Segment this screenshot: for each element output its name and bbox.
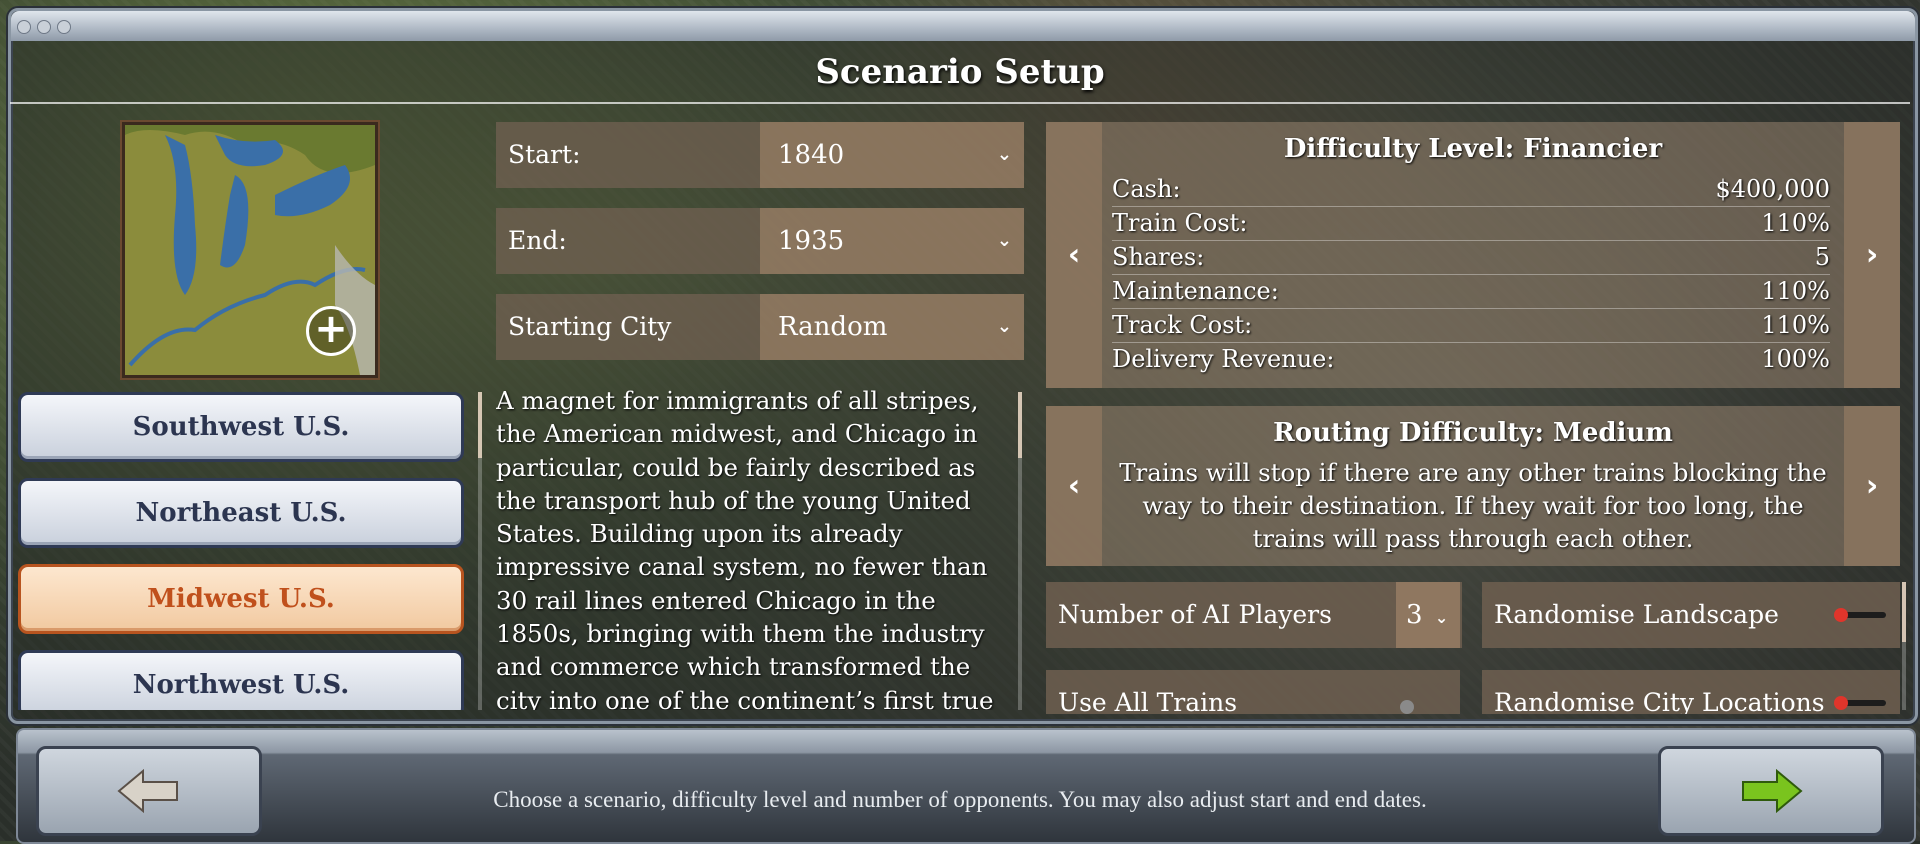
stat-value: $400,000 bbox=[1715, 175, 1830, 203]
window-titlebar bbox=[11, 11, 1915, 41]
description-scroll-thumb[interactable] bbox=[1018, 392, 1022, 458]
stat-name: Maintenance: bbox=[1112, 277, 1279, 305]
stat-value: 110% bbox=[1761, 277, 1830, 305]
map-zoom-plus-icon[interactable]: + bbox=[306, 306, 356, 356]
chevron-down-icon: ⌄ bbox=[996, 144, 1012, 165]
start-year-value: 1840 bbox=[778, 140, 845, 170]
difficulty-panel: ‹ › Difficulty Level: Financier Cash: $40… bbox=[1046, 122, 1900, 388]
stat-name: Track Cost: bbox=[1112, 311, 1253, 339]
starting-city-label: Starting City bbox=[496, 294, 760, 360]
region-list: Southwest U.S. Northeast U.S. Midwest U.… bbox=[18, 392, 466, 710]
chevron-right-icon: › bbox=[1865, 237, 1879, 273]
use-all-trains-label: Use All Trains bbox=[1058, 688, 1238, 714]
stat-value: 110% bbox=[1761, 311, 1830, 339]
randomise-landscape-row[interactable]: Randomise Landscape bbox=[1482, 582, 1900, 648]
toggle-knob bbox=[1834, 696, 1848, 710]
end-year-row: End: 1935 ⌄ bbox=[496, 208, 1024, 274]
chevron-down-icon: ⌄ bbox=[1434, 608, 1449, 627]
description-scrollbar[interactable] bbox=[1018, 392, 1022, 710]
randomise-landscape-toggle[interactable] bbox=[1834, 608, 1886, 622]
scenario-description: A magnet for immigrants of all stripes, … bbox=[496, 386, 994, 710]
region-button-southwest[interactable]: Southwest U.S. bbox=[18, 392, 464, 462]
stat-name: Cash: bbox=[1112, 175, 1181, 203]
starting-city-value: Random bbox=[778, 312, 888, 342]
chevron-left-icon: ‹ bbox=[1067, 237, 1081, 273]
routing-prev-button[interactable]: ‹ bbox=[1046, 406, 1102, 566]
randomise-landscape-label: Randomise Landscape bbox=[1494, 600, 1779, 629]
chevron-down-icon: ⌄ bbox=[996, 230, 1012, 251]
randomise-city-locations-label: Randomise City Locations bbox=[1494, 688, 1825, 714]
bottom-bar bbox=[16, 728, 1916, 844]
use-all-trains-toggle[interactable] bbox=[1400, 700, 1414, 714]
difficulty-stat-row: Delivery Revenue: 100% bbox=[1112, 342, 1830, 376]
options-scrollbar[interactable] bbox=[1902, 582, 1906, 710]
difficulty-stat-row: Cash: $400,000 bbox=[1112, 172, 1830, 207]
end-year-value: 1935 bbox=[778, 226, 845, 256]
use-all-trains-row[interactable]: Use All Trains bbox=[1046, 670, 1460, 714]
options-scroll-thumb[interactable] bbox=[1902, 582, 1906, 642]
stat-name: Delivery Revenue: bbox=[1112, 345, 1335, 373]
starting-city-select[interactable]: Random ⌄ bbox=[760, 294, 1024, 360]
region-button-northeast[interactable]: Northeast U.S. bbox=[18, 478, 464, 548]
stat-name: Train Cost: bbox=[1112, 209, 1248, 237]
end-year-select[interactable]: 1935 ⌄ bbox=[760, 208, 1024, 274]
footer-hint: Choose a scenario, difficulty level and … bbox=[493, 787, 1427, 812]
randomise-city-locations-toggle[interactable] bbox=[1834, 696, 1886, 710]
region-list-scrollbar[interactable] bbox=[478, 392, 482, 710]
difficulty-stat-row: Shares: 5 bbox=[1112, 240, 1830, 275]
start-year-row: Start: 1840 ⌄ bbox=[496, 122, 1024, 188]
start-year-label: Start: bbox=[496, 122, 760, 188]
end-year-label: End: bbox=[496, 208, 760, 274]
chevron-right-icon: › bbox=[1865, 468, 1879, 504]
randomise-city-locations-row[interactable]: Randomise City Locations bbox=[1482, 670, 1900, 714]
chevron-left-icon: ‹ bbox=[1067, 468, 1081, 504]
ai-players-select[interactable]: 3 ⌄ bbox=[1396, 582, 1460, 648]
difficulty-heading: Difficulty Level: Financier bbox=[1283, 134, 1663, 164]
title-divider bbox=[10, 102, 1910, 104]
region-button-northwest[interactable]: Northwest U.S. bbox=[18, 650, 464, 710]
stat-value: 5 bbox=[1814, 243, 1830, 271]
stat-value: 100% bbox=[1761, 345, 1830, 373]
difficulty-stat-row: Maintenance: 110% bbox=[1112, 274, 1830, 309]
difficulty-stat-row: Track Cost: 110% bbox=[1112, 308, 1830, 343]
routing-description: Trains will stop if there are any other … bbox=[1119, 458, 1827, 553]
routing-panel: ‹ › Routing Difficulty: Medium Trains wi… bbox=[1046, 406, 1900, 566]
page-title: Scenario Setup bbox=[815, 52, 1105, 92]
region-button-midwest[interactable]: Midwest U.S. bbox=[18, 564, 464, 634]
difficulty-next-button[interactable]: › bbox=[1844, 122, 1900, 388]
starting-city-row: Starting City Random ⌄ bbox=[496, 294, 1024, 360]
stat-value: 110% bbox=[1761, 209, 1830, 237]
window-dot-icon[interactable] bbox=[17, 20, 31, 34]
difficulty-prev-button[interactable]: ‹ bbox=[1046, 122, 1102, 388]
difficulty-stat-row: Train Cost: 110% bbox=[1112, 206, 1830, 241]
routing-next-button[interactable]: › bbox=[1844, 406, 1900, 566]
ai-players-value: 3 bbox=[1406, 600, 1423, 630]
chevron-down-icon: ⌄ bbox=[996, 316, 1012, 337]
start-year-select[interactable]: 1840 ⌄ bbox=[760, 122, 1024, 188]
stat-name: Shares: bbox=[1112, 243, 1205, 271]
toggle-knob bbox=[1834, 608, 1848, 622]
window-dot-icon[interactable] bbox=[37, 20, 51, 34]
window-dot-icon[interactable] bbox=[57, 20, 71, 34]
ai-players-label: Number of AI Players bbox=[1058, 600, 1332, 629]
region-list-scroll-thumb[interactable] bbox=[478, 392, 482, 458]
routing-heading: Routing Difficulty: Medium bbox=[1273, 418, 1673, 448]
